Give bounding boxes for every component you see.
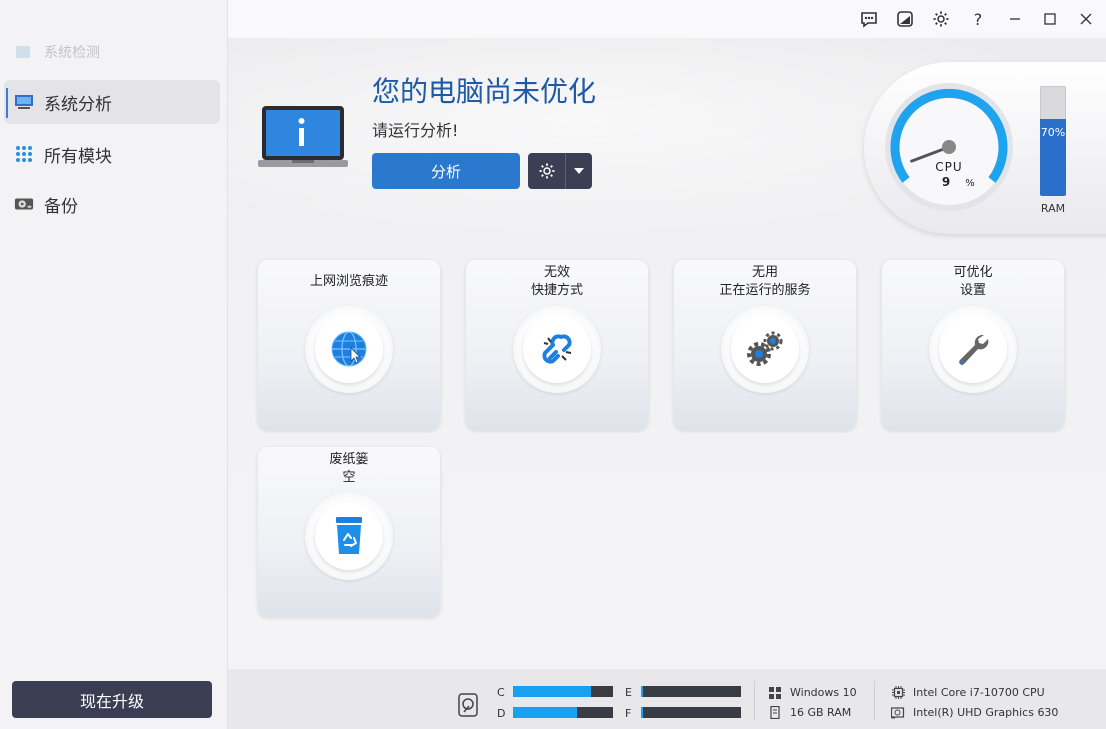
maximize-icon[interactable] bbox=[1039, 8, 1061, 30]
disk-icon bbox=[458, 693, 478, 720]
status-bar: C D E F Windows 10 16 GB RAM Intel Core … bbox=[228, 669, 1106, 729]
divider bbox=[754, 681, 755, 721]
minimize-icon[interactable] bbox=[1004, 8, 1026, 30]
sidebar: 系统检测 系统分析 所有模块 备份 现在升级 bbox=[0, 0, 228, 729]
sidebar-item-backup[interactable]: 备份 bbox=[4, 181, 220, 227]
drive-e-label: E bbox=[625, 686, 632, 699]
tile-icon-frame bbox=[929, 305, 1017, 393]
tile-icon-frame bbox=[513, 305, 601, 393]
theme-icon[interactable] bbox=[894, 8, 916, 30]
ram-info: 16 GB RAM bbox=[768, 706, 851, 719]
gpu-info-label: Intel(R) UHD Graphics 630 bbox=[913, 706, 1059, 719]
divider bbox=[874, 681, 875, 721]
settings-icon[interactable] bbox=[930, 8, 952, 30]
gears-icon bbox=[731, 315, 799, 383]
cpu-info: Intel Core i7-10700 CPU bbox=[891, 686, 1045, 699]
tile-label: 可优化 设置 bbox=[882, 260, 1064, 304]
cpu-label: CPU bbox=[935, 160, 962, 174]
tile-label: 废纸篓空 bbox=[258, 447, 440, 491]
tile-label-line1: 上网浏览痕迹 bbox=[309, 274, 388, 289]
drive-f-fill bbox=[641, 707, 643, 718]
tile-label-line1: 废纸篓 bbox=[329, 452, 369, 467]
sidebar-ghost-label: 系统检测 bbox=[44, 45, 100, 61]
feedback-icon[interactable] bbox=[858, 8, 880, 30]
drive-e-fill bbox=[641, 686, 643, 697]
help-icon[interactable]: ? bbox=[967, 8, 989, 30]
broken-link-icon bbox=[523, 315, 591, 383]
main-content: 您的电脑尚未优化 请运行分析! 分析 CPU 9 % 70% RAM 上网浏览痕… bbox=[228, 38, 1106, 669]
cpu-gauge: CPU 9 % bbox=[885, 83, 1013, 211]
recycle-bin-icon bbox=[315, 502, 383, 570]
tile-icon-frame bbox=[721, 305, 809, 393]
monitor-icon bbox=[14, 93, 34, 111]
drive-d-bar bbox=[513, 707, 613, 718]
drive-f-bar bbox=[641, 707, 741, 718]
upgrade-button[interactable]: 现在升级 bbox=[12, 681, 212, 718]
drive-c-bar bbox=[513, 686, 613, 697]
drive-c-fill bbox=[513, 686, 591, 697]
grid-dots-icon bbox=[14, 145, 34, 163]
os-info: Windows 10 bbox=[768, 686, 857, 699]
sidebar-ghost-item: 系统检测 bbox=[16, 42, 100, 62]
drive-d-label: D bbox=[497, 707, 506, 720]
tile-label-line1: 无用 bbox=[751, 265, 778, 280]
cpu-unit: % bbox=[965, 178, 975, 189]
sidebar-item-label: 所有模块 bbox=[44, 146, 112, 167]
tile-label-line1: 无效 bbox=[543, 265, 570, 280]
drive-e-bar bbox=[641, 686, 741, 697]
sidebar-item-all-modules[interactable]: 所有模块 bbox=[4, 131, 220, 177]
tile-label: 上网浏览痕迹 bbox=[258, 260, 440, 304]
page-title: 您的电脑尚未优化 bbox=[372, 75, 597, 108]
tile-invalid-shortcuts[interactable]: 无效 快捷方式 bbox=[466, 260, 648, 430]
drive-d-fill bbox=[513, 707, 577, 718]
page-subtitle: 请运行分析! bbox=[372, 121, 459, 140]
sidebar-item-label: 备份 bbox=[44, 196, 78, 217]
hard-drive-icon bbox=[14, 195, 34, 213]
os-label: Windows 10 bbox=[790, 686, 857, 699]
tile-icon-frame bbox=[305, 305, 393, 393]
tile-label-line2: 设置 bbox=[959, 283, 986, 298]
drive-c-label: C bbox=[497, 686, 505, 699]
ram-label: RAM bbox=[1040, 202, 1066, 215]
gpu-info: Intel(R) UHD Graphics 630 bbox=[891, 706, 1058, 719]
cpu-chip-icon bbox=[891, 686, 905, 699]
tile-optimizable-settings[interactable]: 可优化 设置 bbox=[882, 260, 1064, 430]
tile-browser-traces[interactable]: 上网浏览痕迹 bbox=[258, 260, 440, 430]
tile-label: 无用 正在运行的服务 bbox=[674, 260, 856, 304]
tile-label-line2: 空 bbox=[342, 470, 356, 485]
memory-icon bbox=[768, 706, 782, 719]
tile-recycle-bin[interactable]: 废纸篓空 bbox=[258, 447, 440, 617]
drive-f-label: F bbox=[625, 707, 632, 720]
resource-gauge-panel: CPU 9 % 70% RAM bbox=[864, 62, 1106, 234]
cpu-value: 9 bbox=[942, 175, 950, 189]
chevron-down-icon[interactable] bbox=[566, 153, 592, 189]
ram-percent: 70% bbox=[1040, 125, 1066, 139]
tile-label-line2: 快捷方式 bbox=[530, 283, 583, 298]
wrench-icon bbox=[939, 315, 1007, 383]
sidebar-item-label: 系统分析 bbox=[44, 94, 112, 115]
analysis-settings-button[interactable] bbox=[528, 153, 592, 189]
close-icon[interactable] bbox=[1075, 8, 1097, 30]
globe-cursor-icon bbox=[315, 315, 383, 383]
laptop-info-icon bbox=[258, 104, 348, 174]
gear-icon[interactable] bbox=[528, 153, 566, 189]
system-check-icon bbox=[16, 46, 30, 58]
title-bar: ? bbox=[228, 0, 1106, 38]
tile-label-line2: 正在运行的服务 bbox=[719, 283, 811, 298]
sidebar-item-system-analysis[interactable]: 系统分析 bbox=[4, 80, 220, 124]
cpu-info-label: Intel Core i7-10700 CPU bbox=[913, 686, 1045, 699]
tile-label-line1: 可优化 bbox=[953, 265, 993, 280]
gpu-icon bbox=[891, 706, 905, 719]
ram-bar: 70% bbox=[1040, 86, 1066, 196]
tile-unused-services[interactable]: 无用 正在运行的服务 bbox=[674, 260, 856, 430]
tile-label: 无效 快捷方式 bbox=[466, 260, 648, 304]
analyze-button[interactable]: 分析 bbox=[372, 153, 520, 189]
tile-icon-frame bbox=[305, 492, 393, 580]
windows-icon bbox=[768, 686, 782, 699]
ram-info-label: 16 GB RAM bbox=[790, 706, 852, 719]
